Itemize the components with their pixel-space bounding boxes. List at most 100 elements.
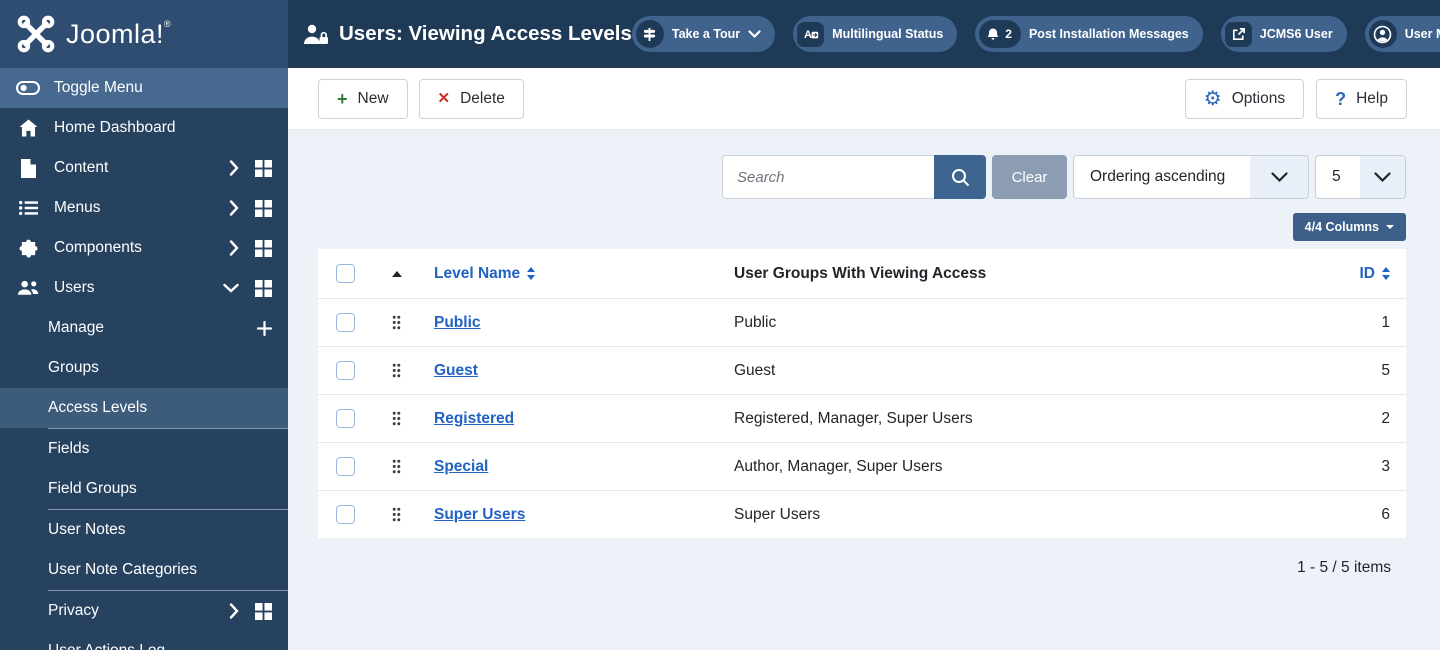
joomla-wordmark: Joomla!® <box>66 18 172 49</box>
dashboard-grid-icon[interactable] <box>255 602 272 620</box>
sidebar-item-access-levels[interactable]: Access Levels <box>0 388 288 428</box>
sidebar-item-field-groups[interactable]: Field Groups <box>0 469 288 509</box>
sidebar-item-fields[interactable]: Fields <box>0 429 288 469</box>
page-title: Users: Viewing Access Levels <box>302 22 632 46</box>
svg-text:A: A <box>804 29 812 41</box>
drag-handle-icon[interactable] <box>392 363 434 378</box>
row-checkbox[interactable] <box>336 457 355 476</box>
chevron-right-icon[interactable] <box>229 603 239 619</box>
dashboard-grid-icon[interactable] <box>255 159 272 177</box>
clear-button[interactable]: Clear <box>992 155 1067 199</box>
access-levels-table: Level Name User Groups With Viewing Acce… <box>318 249 1406 538</box>
level-name-link[interactable]: Guest <box>434 362 734 380</box>
level-name-link[interactable]: Registered <box>434 410 734 428</box>
column-header-user-groups: User Groups With Viewing Access <box>734 264 987 282</box>
search-icon <box>951 168 969 186</box>
plus-icon[interactable] <box>257 320 272 336</box>
site-preview-button[interactable]: JCMS6 User <box>1220 16 1347 52</box>
sort-icon <box>527 267 536 280</box>
sidebar-item-privacy[interactable]: Privacy <box>0 591 288 631</box>
level-name-link[interactable]: Special <box>434 458 734 476</box>
id-cell: 5 <box>1381 361 1390 379</box>
options-button[interactable]: ⚙ Options <box>1184 78 1305 119</box>
dashboard-grid-icon[interactable] <box>255 279 272 297</box>
search-input[interactable] <box>722 155 934 199</box>
row-checkbox[interactable] <box>336 409 355 428</box>
sidebar-item-components[interactable]: Components <box>0 228 288 268</box>
chevron-right-icon[interactable] <box>229 160 239 176</box>
drag-handle-icon[interactable] <box>392 315 434 330</box>
delete-button[interactable]: ✕ Delete <box>418 78 524 119</box>
post-installation-messages-button[interactable]: 2 Post Installation Messages <box>975 16 1203 52</box>
columns-button[interactable]: 4/4 Columns <box>1292 213 1406 241</box>
column-header-level-name[interactable]: Level Name <box>434 265 734 283</box>
notification-count-badge: 2 <box>1005 27 1012 41</box>
sidebar-item-manage[interactable]: Manage <box>0 308 288 348</box>
sort-icon <box>1382 267 1390 280</box>
user-lock-icon <box>302 24 329 45</box>
level-name-link[interactable]: Super Users <box>434 506 734 524</box>
user-groups-cell: Super Users <box>734 505 821 523</box>
sidebar: Toggle Menu Home Dashboard Content Menus… <box>0 68 288 650</box>
chevron-down-icon[interactable] <box>223 283 239 293</box>
table-row: Super Users Super Users 6 <box>318 490 1406 538</box>
external-link-icon <box>1224 21 1252 47</box>
tour-signpost-icon <box>635 20 664 48</box>
drag-handle-icon[interactable] <box>392 507 434 522</box>
dashboard-grid-icon[interactable] <box>255 239 272 257</box>
sidebar-item-groups[interactable]: Groups <box>0 348 288 388</box>
sidebar-item-home-dashboard[interactable]: Home Dashboard <box>0 108 288 148</box>
sidebar-item-user-actions-log[interactable]: User Actions Log <box>0 631 288 650</box>
id-cell: 6 <box>1381 505 1390 523</box>
user-groups-cell: Guest <box>734 361 776 379</box>
sidebar-item-menus[interactable]: Menus <box>0 188 288 228</box>
new-button[interactable]: + New <box>318 78 408 119</box>
ordering-select[interactable]: Ordering ascending <box>1073 155 1309 199</box>
ordering-sort-icon[interactable] <box>392 270 402 277</box>
select-all-checkbox[interactable] <box>336 264 355 283</box>
user-groups-cell: Registered, Manager, Super Users <box>734 409 973 427</box>
chevron-down-icon <box>1360 156 1405 198</box>
chevron-down-icon <box>748 29 761 38</box>
table-row: Public Public 1 <box>318 298 1406 346</box>
drag-handle-icon[interactable] <box>392 411 434 426</box>
id-cell: 3 <box>1381 457 1390 475</box>
user-menu-button[interactable]: User Menu <box>1364 16 1440 52</box>
chevron-right-icon[interactable] <box>229 200 239 216</box>
toolbar: + New ✕ Delete ⚙ Options ? Help <box>288 68 1440 130</box>
toggle-icon <box>16 81 40 95</box>
puzzle-icon <box>16 239 40 258</box>
sidebar-item-users[interactable]: Users <box>0 268 288 308</box>
sidebar-item-content[interactable]: Content <box>0 148 288 188</box>
gear-icon: ⚙ <box>1203 87 1222 110</box>
row-checkbox[interactable] <box>336 361 355 380</box>
chevron-right-icon[interactable] <box>229 240 239 256</box>
table-row: Guest Guest 5 <box>318 346 1406 394</box>
pagination-counter: 1 - 5 / 5 items <box>1297 559 1391 576</box>
row-checkbox[interactable] <box>336 505 355 524</box>
search-button[interactable] <box>934 155 986 199</box>
users-icon <box>16 280 40 296</box>
dashboard-grid-icon[interactable] <box>255 199 272 217</box>
list-icon <box>16 200 40 216</box>
x-icon: ✕ <box>437 90 451 107</box>
table-header-row: Level Name User Groups With Viewing Acce… <box>318 249 1406 298</box>
help-button[interactable]: ? Help <box>1316 78 1407 119</box>
sidebar-item-toggle-menu[interactable]: Toggle Menu <box>0 68 288 108</box>
take-a-tour-button[interactable]: Take a Tour <box>631 16 776 52</box>
column-header-id[interactable]: ID <box>1360 265 1390 283</box>
sidebar-item-user-note-categories[interactable]: User Note Categories <box>0 550 288 590</box>
multilingual-status-button[interactable]: A Multilingual Status <box>793 16 958 52</box>
bell-icon: 2 <box>979 20 1021 48</box>
joomla-logo[interactable]: Joomla!® <box>0 0 288 68</box>
drag-handle-icon[interactable] <box>392 459 434 474</box>
row-checkbox[interactable] <box>336 313 355 332</box>
top-header: Joomla!® Users: Viewing Access Levels Ta… <box>0 0 1440 68</box>
question-icon: ? <box>1335 88 1347 109</box>
level-name-link[interactable]: Public <box>434 314 734 332</box>
id-cell: 1 <box>1381 313 1390 331</box>
user-circle-icon <box>1368 20 1397 48</box>
user-groups-cell: Public <box>734 313 777 331</box>
sidebar-item-user-notes[interactable]: User Notes <box>0 510 288 550</box>
list-limit-select[interactable]: 5 <box>1315 155 1406 199</box>
